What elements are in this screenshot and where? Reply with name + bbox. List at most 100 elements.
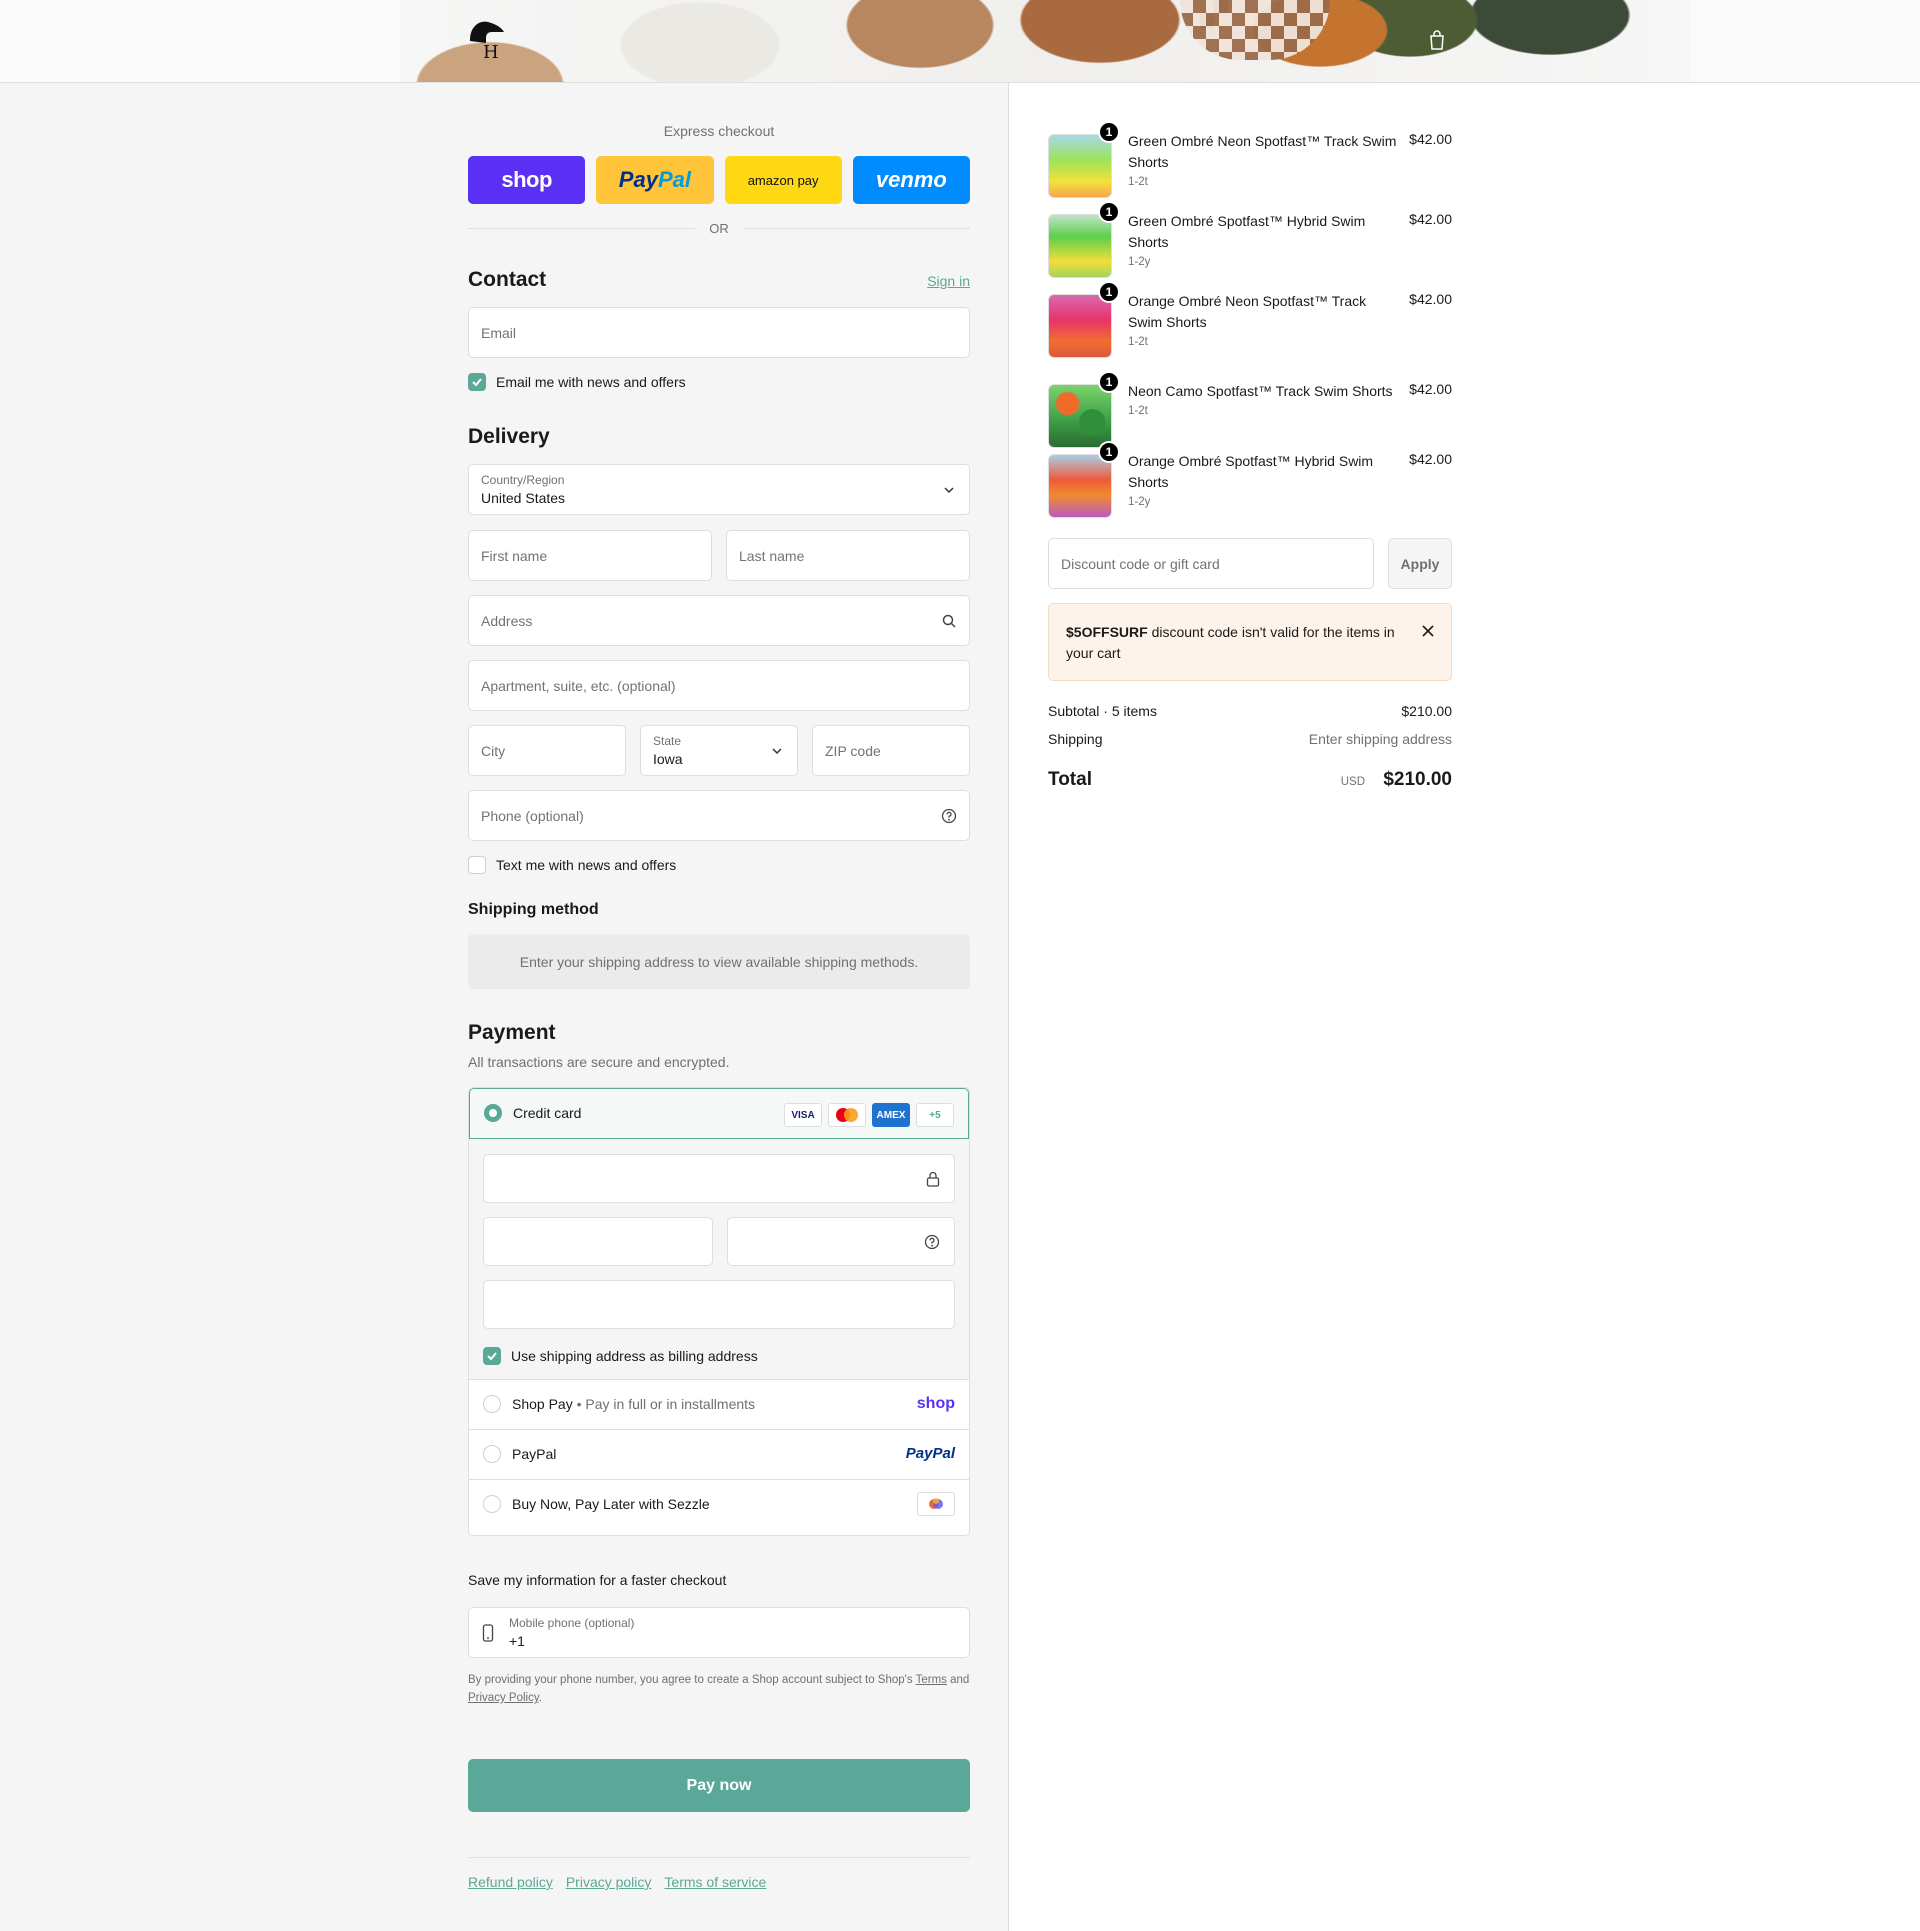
- header: H: [0, 0, 1920, 83]
- apartment-placeholder: Apartment, suite, etc. (optional): [481, 678, 676, 694]
- discount-error-notice: $5OFFSURF discount code isn't valid for …: [1048, 603, 1452, 681]
- apartment-field[interactable]: Apartment, suite, etc. (optional): [468, 660, 970, 711]
- shop-legal-text: By providing your phone number, you agre…: [468, 1671, 970, 1707]
- shipping-method-heading: Shipping method: [468, 901, 599, 918]
- cart-bag-icon[interactable]: [1428, 30, 1446, 50]
- zip-field[interactable]: ZIP code: [812, 725, 970, 776]
- country-select[interactable]: Country/Region United States: [468, 464, 970, 515]
- product-thumbnail: [1048, 134, 1112, 198]
- sign-in-link[interactable]: Sign in: [927, 273, 970, 289]
- email-field[interactable]: Email: [468, 307, 970, 358]
- product-variant: 1-2t: [1128, 336, 1148, 348]
- subtotal-value: $210.00: [1401, 703, 1452, 719]
- search-icon: [942, 614, 956, 628]
- phone-field[interactable]: Phone (optional): [468, 790, 970, 841]
- banner-checkered-hat: [1180, 0, 1330, 60]
- mobile-phone-label: Mobile phone (optional): [509, 1616, 635, 1630]
- discount-code-field[interactable]: Discount code or gift card: [1048, 538, 1374, 589]
- subtotal-row: Subtotal · 5 items $210.00: [1048, 703, 1452, 719]
- last-name-field[interactable]: Last name: [726, 530, 970, 581]
- country-value: United States: [481, 490, 566, 506]
- product-price: $42.00: [1409, 381, 1452, 397]
- help-circle-icon[interactable]: [941, 808, 957, 824]
- pay-now-button[interactable]: Pay now: [468, 1759, 970, 1812]
- mobile-phone-field[interactable]: Mobile phone (optional) +1: [468, 1607, 970, 1658]
- store-logo[interactable]: H: [466, 18, 508, 62]
- product-thumbnail: [1048, 294, 1112, 358]
- address-placeholder: Address: [481, 613, 533, 629]
- country-label: Country/Region: [481, 473, 565, 487]
- help-circle-icon[interactable]: [924, 1234, 940, 1250]
- credit-card-radio[interactable]: [484, 1104, 502, 1122]
- billing-same-checkbox[interactable]: [483, 1347, 501, 1365]
- city-field[interactable]: City: [468, 725, 626, 776]
- product-price: $42.00: [1409, 451, 1452, 467]
- shop-pay-radio[interactable]: [483, 1395, 501, 1413]
- card-expiry-field[interactable]: [483, 1217, 713, 1266]
- state-label: State: [653, 734, 682, 748]
- state-value: Iowa: [653, 751, 683, 767]
- sezzle-radio[interactable]: [483, 1495, 501, 1513]
- delivery-heading: Delivery: [468, 425, 550, 448]
- apply-discount-button[interactable]: Apply: [1388, 538, 1452, 589]
- product-name: Green Ombré Spotfast™ Hybrid Swim Shorts: [1128, 213, 1366, 250]
- mobile-phone-value: +1: [509, 1633, 525, 1649]
- paypal-logo-part2: Pal: [657, 167, 691, 192]
- terms-of-service-link[interactable]: Terms of service: [664, 1874, 766, 1890]
- email-newsletter-label: Email me with news and offers: [496, 374, 686, 390]
- paypal-radio[interactable]: [483, 1445, 501, 1463]
- first-name-field[interactable]: First name: [468, 530, 712, 581]
- last-name-placeholder: Last name: [739, 548, 805, 564]
- sezzle-logo-icon: [917, 1492, 955, 1516]
- discount-code: $5OFFSURF: [1066, 624, 1148, 640]
- legal-text-end: .: [538, 1692, 542, 1704]
- paypal-option[interactable]: PayPal PayPal: [469, 1430, 969, 1480]
- sezzle-option[interactable]: Buy Now, Pay Later with Sezzle: [469, 1480, 969, 1530]
- shipping-row: Shipping Enter shipping address: [1048, 731, 1452, 747]
- privacy-policy-link[interactable]: Privacy Policy: [468, 1692, 539, 1704]
- sms-newsletter-row[interactable]: Text me with news and offers: [468, 856, 676, 874]
- shop-pay-label: Shop Pay • Pay in full or in installment…: [512, 1396, 755, 1412]
- svg-text:H: H: [483, 42, 499, 62]
- billing-same-row[interactable]: Use shipping address as billing address: [483, 1347, 758, 1365]
- credit-card-option[interactable]: Credit card VISA AMEX +5: [469, 1088, 969, 1139]
- sms-newsletter-label: Text me with news and offers: [496, 857, 677, 873]
- shipping-method-placeholder: Enter your shipping address to view avai…: [468, 934, 970, 989]
- checkmark-icon: [487, 1352, 497, 1361]
- address-field[interactable]: Address: [468, 595, 970, 646]
- product-price: $42.00: [1409, 131, 1452, 147]
- zip-placeholder: ZIP code: [825, 743, 881, 759]
- email-newsletter-row[interactable]: Email me with news and offers: [468, 373, 686, 391]
- close-icon[interactable]: [1421, 624, 1435, 638]
- venmo-express-button[interactable]: venmo: [852, 156, 970, 204]
- first-name-placeholder: First name: [481, 548, 548, 564]
- amazon-pay-express-button[interactable]: amazon pay: [724, 156, 842, 204]
- total-value: $210.00: [1383, 769, 1452, 790]
- privacy-policy-footer-link[interactable]: Privacy policy: [566, 1874, 652, 1890]
- sms-newsletter-checkbox[interactable]: [468, 856, 486, 874]
- product-name: Green Ombré Neon Spotfast™ Track Swim Sh…: [1128, 133, 1397, 170]
- subtotal-label: Subtotal · 5 items: [1048, 703, 1157, 719]
- product-name: Neon Camo Spotfast™ Track Swim Shorts: [1128, 383, 1393, 399]
- total-label: Total: [1048, 769, 1092, 790]
- email-placeholder: Email: [481, 325, 517, 341]
- product-variant: 1-2y: [1128, 256, 1151, 268]
- credit-card-label: Credit card: [513, 1105, 582, 1121]
- email-newsletter-checkbox[interactable]: [468, 373, 486, 391]
- product-thumbnail: [1048, 214, 1112, 278]
- or-label: OR: [709, 221, 729, 236]
- product-variant: 1-2y: [1128, 496, 1151, 508]
- paypal-express-button[interactable]: Pay Pal: [596, 156, 714, 204]
- discount-code-placeholder: Discount code or gift card: [1061, 556, 1220, 572]
- product-price: $42.00: [1409, 291, 1452, 307]
- terms-link[interactable]: Terms: [916, 1674, 947, 1686]
- card-brand-badges: VISA AMEX +5: [784, 1103, 954, 1127]
- refund-policy-link[interactable]: Refund policy: [468, 1874, 553, 1890]
- shop-pay-option[interactable]: Shop Pay • Pay in full or in installment…: [469, 1380, 969, 1430]
- card-number-field[interactable]: [483, 1154, 955, 1203]
- card-cvv-field[interactable]: [727, 1217, 955, 1266]
- card-name-field[interactable]: [483, 1280, 955, 1329]
- shop-pay-express-button[interactable]: shop: [468, 156, 586, 204]
- state-select[interactable]: State Iowa: [640, 725, 798, 776]
- footer-links: Refund policy Privacy policy Terms of se…: [468, 1874, 766, 1890]
